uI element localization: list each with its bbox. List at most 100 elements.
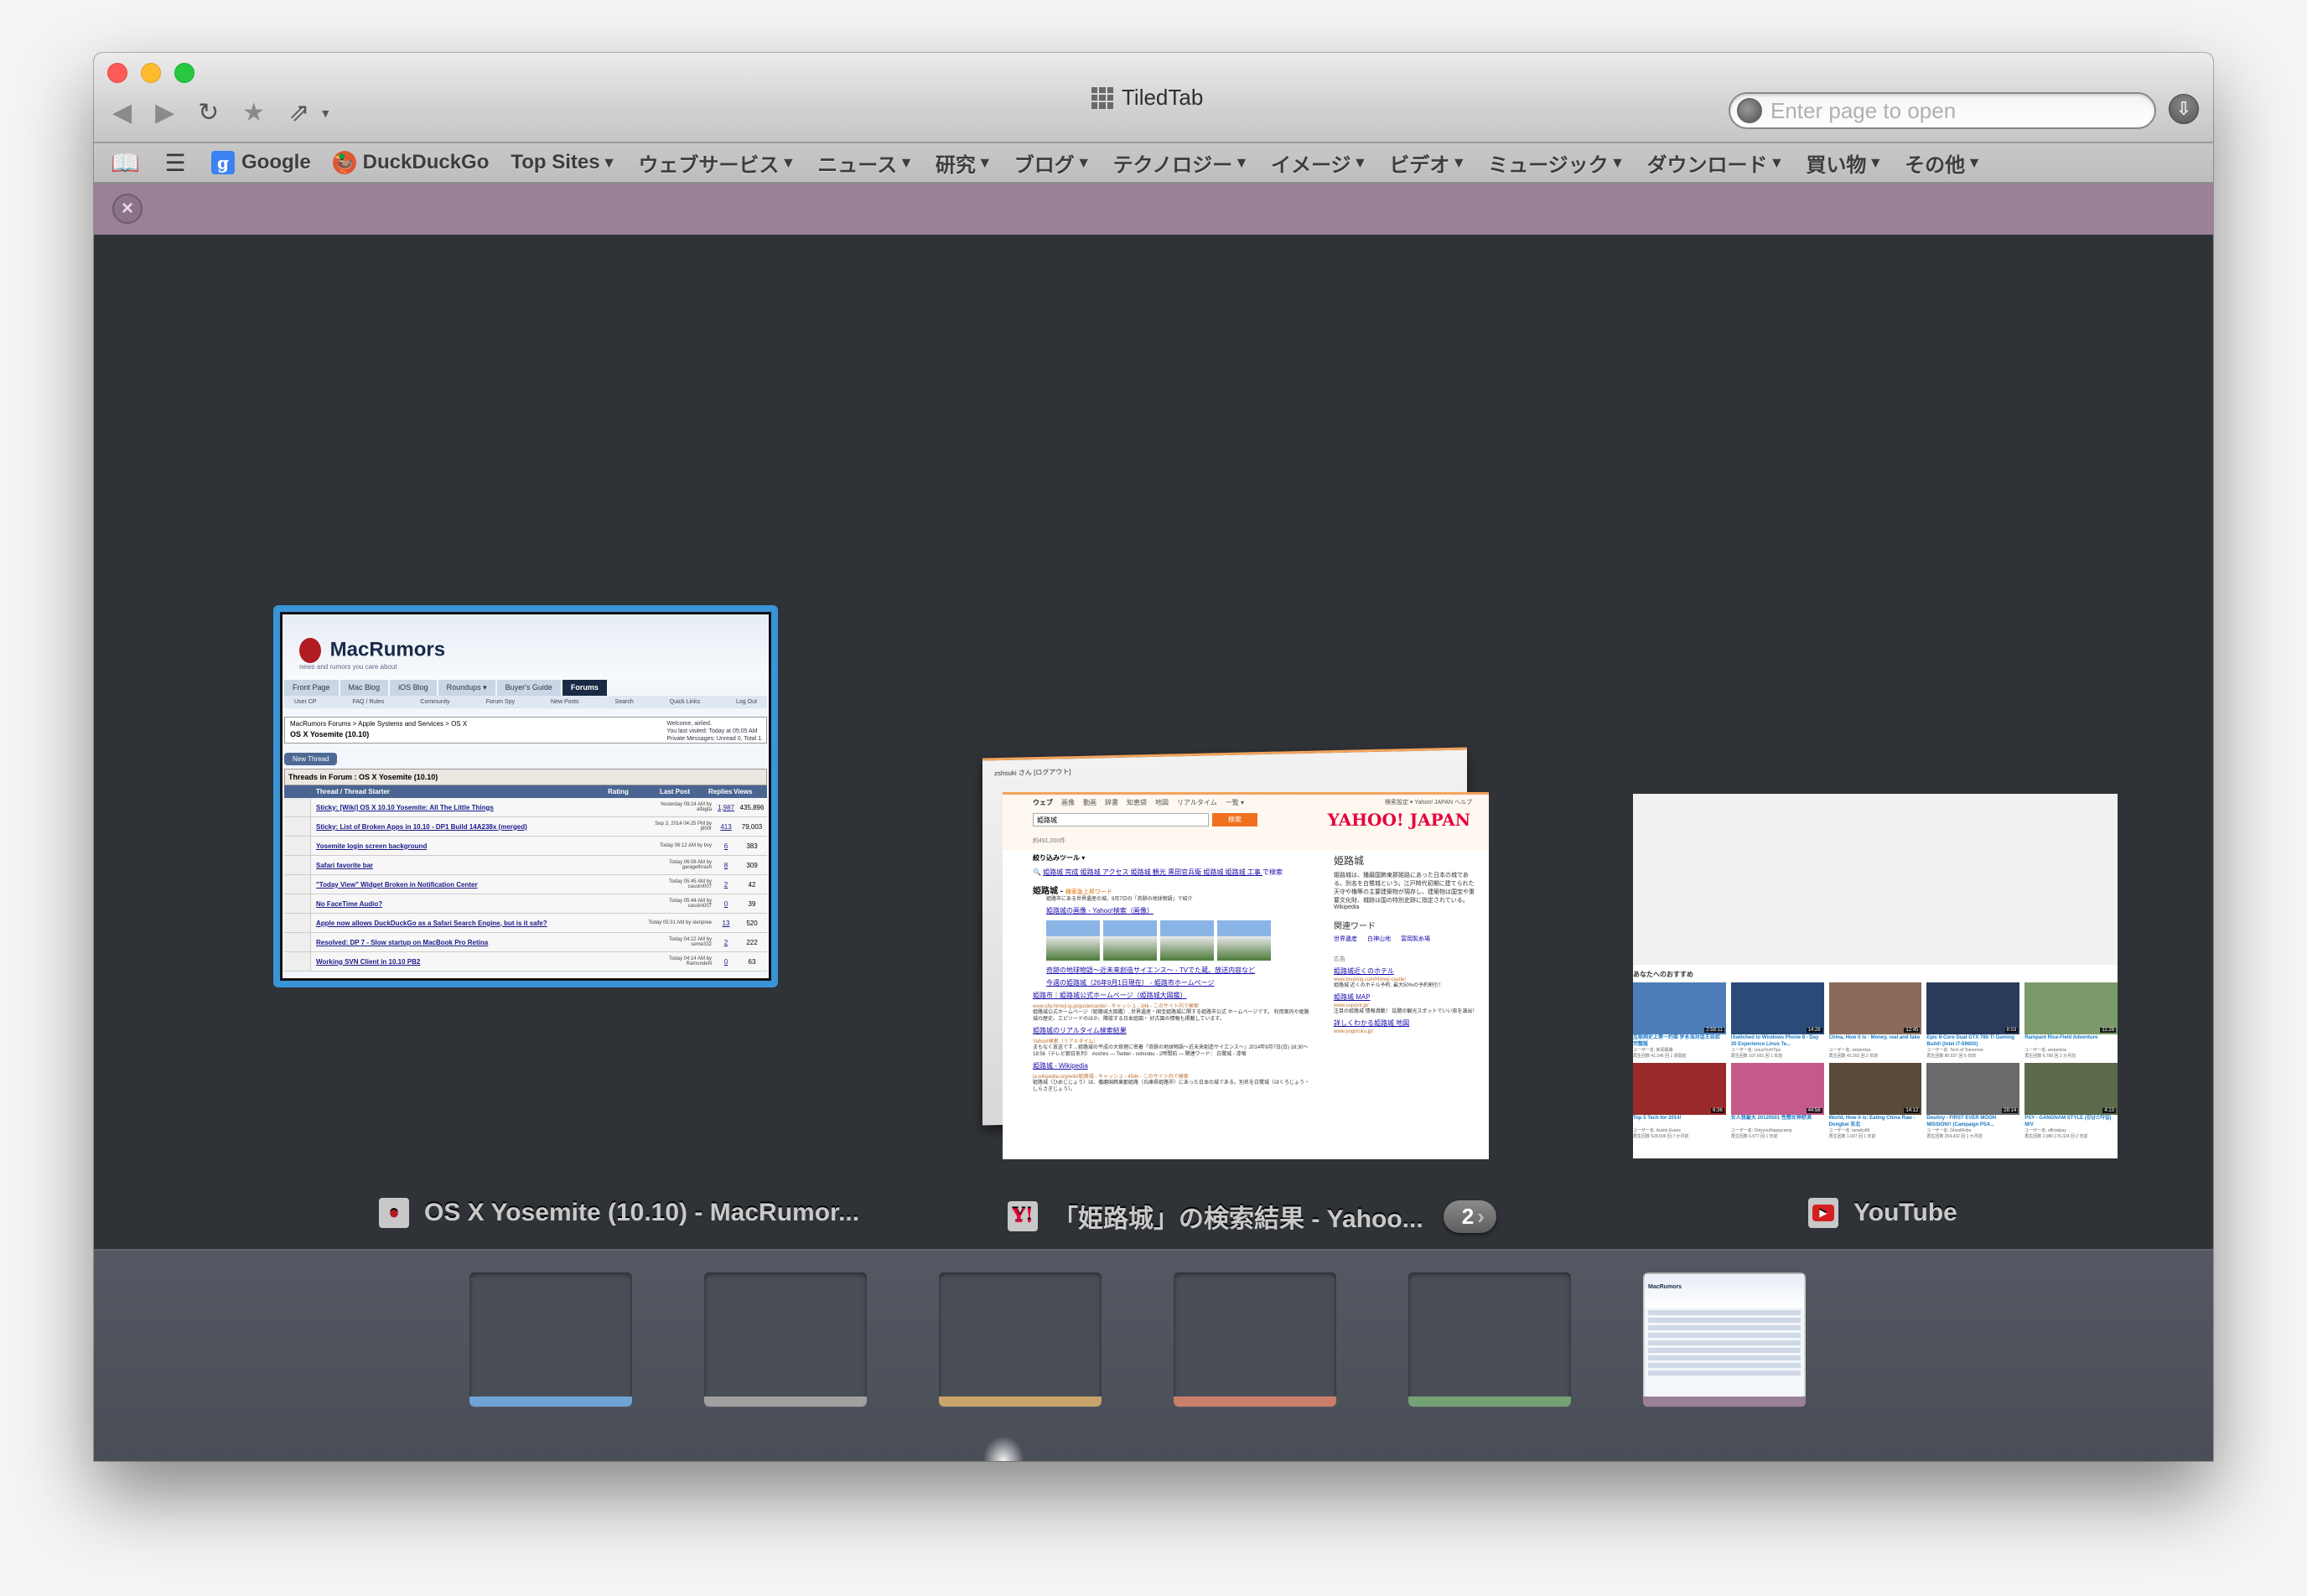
thread-title: Yosemite login screen background [316,842,428,850]
book-icon[interactable]: 📖 [111,149,140,177]
result-snippet: 姫路城（ひめじじょう）は、播磨国飾東郡姫路（兵庫県姫路市）にあった日本の城である… [1033,1080,1309,1092]
ad-url: www.yogoroku.jp/ [1334,1029,1374,1034]
thread-title: Sticky: List of Broken Apps in 10.10 - D… [316,822,527,831]
bookmark-ダウンロード[interactable]: ダウンロード ▼ [1647,148,1785,178]
bookmark-label: ダウンロード [1646,153,1768,177]
macrumors-apple-icon [299,638,321,663]
thread-views: 383 [746,842,758,850]
tab-tile-yahoo[interactable]: ウェブ 画像 動画 辞書 知恵袋 地図 リアルタイム 一覧 ▾ 検索設定 ▾ Yahoo! J… [1003,792,1489,1159]
group-color-strip [1408,1396,1571,1407]
window-title-text: TiledTab [1122,85,1204,110]
bookmark-ミュージック[interactable]: ミュージック ▼ [1488,148,1625,178]
bookmark-label: テクノロジー [1112,153,1233,177]
back-arrow-icon[interactable]: ◀ [112,96,132,130]
thread-views: 79,003 [741,822,763,831]
close-group-button[interactable]: × [112,194,143,224]
tab-label-youtube[interactable]: ▶ YouTube [1808,1198,1957,1228]
share-menu-caret-icon[interactable]: ▼ [319,106,331,120]
minimize-window-button[interactable] [141,63,161,83]
column-header: Thread / Thread Starter [316,788,391,795]
dropdown-arrow-icon: ▼ [1076,153,1091,171]
dropdown-arrow-icon: ▼ [1234,153,1249,171]
column-header: Replies [708,788,733,795]
bookmark-買い物[interactable]: 買い物 ▼ [1806,148,1883,178]
related-search-link: 姫路城 完成 [1043,868,1081,876]
close-window-button[interactable] [107,63,127,83]
tab-tile-macrumors[interactable]: MacRumors news and rumors you care about… [273,605,778,987]
tab-tile-youtube[interactable]: あなたへのおすすめ 2:59:11 互联网史上第一约架 罗永浩对话王自如 完整版ユ… [1633,794,2118,1158]
video-duration: 2:59:11 [1704,1028,1724,1033]
bookmark-label: ビデオ [1389,153,1450,177]
thread-status-icon [284,856,311,874]
tab-group-slot[interactable] [1174,1272,1336,1407]
tab-label-yahoo[interactable]: Y! 「姫路城」の検索結果 - Yahoo... 2 › [1008,1198,1496,1235]
video-title: iSwitched to Windows Phone 8 - Day 30 Ex… [1730,1035,1819,1047]
tab-group-slot[interactable] [939,1272,1102,1407]
yahoo-nav-item: 動画 [1083,799,1096,806]
thread-status-icon [284,875,311,894]
tab-group-slot[interactable] [704,1272,867,1407]
bookmark-top-sites[interactable]: Top Sites ▼ [511,151,616,174]
thread-row: "Today View" Widget Broken in Notificati… [284,875,767,894]
share-icon[interactable]: ⇗ [288,96,309,130]
bookmark-ニュース[interactable]: ニュース ▼ [817,148,914,178]
zoom-window-button[interactable] [174,63,194,83]
related-word: 富岡製糸場 [1401,936,1430,942]
yahoo-search-button: 検索 [1212,813,1257,826]
video-thumbnail: 4:13 [2024,1063,2118,1115]
ad-label: 広告 [1334,956,1345,962]
bookmark-ブログ[interactable]: ブログ ▼ [1014,148,1091,178]
bookmark-google[interactable]: g Google [211,151,311,174]
tab-group-slot[interactable] [469,1272,632,1407]
bookmark-ビデオ[interactable]: ビデオ ▼ [1389,148,1466,178]
video-title: Destiny - FIRST EVER MOON MISSION!! (Cam… [1926,1116,1997,1127]
tab-overview: MacRumors news and rumors you care about… [94,235,2213,1249]
tab-group-slot[interactable]: MacRumors [1643,1272,1806,1407]
forward-arrow-icon[interactable]: ▶ [155,96,174,130]
video-stats: 再生回数 2,080,176,324 回 2 年前 [2024,1134,2088,1139]
toolbar: ◀ ▶ ↻ ★ ⇗ ▼ TiledTab ⇩ [94,53,2213,143]
thread-row: Resolved: DP 7 - Slow startup on MacBook… [284,933,767,952]
reload-icon[interactable]: ↻ [198,96,219,130]
star-icon[interactable]: ★ [242,96,265,130]
video-thumbnail: 28:14 [1926,1063,2020,1115]
bookmark-イメージ[interactable]: イメージ ▼ [1271,148,1367,178]
window-title: TiledTab [1091,85,1203,111]
tab-label-macrumors[interactable]: ● OS X Yosemite (10.10) - MacRumor... [379,1198,859,1228]
thread-status-icon [284,894,311,913]
thread-last-post: Today 05:44 AM by cassini007 [668,899,712,909]
ad-text: 注目の姫路城 情報満載！ 話題の観光スポットでいい旅を演出！ [1334,1009,1478,1014]
macrumors-subnav-item: Log Out [736,699,757,705]
bookmark-テクノロジー[interactable]: テクノロジー ▼ [1113,148,1249,178]
yahoo-nav-item: 一覧 ▾ [1225,799,1245,806]
bookmark-label: 買い物 [1806,153,1867,177]
bookmark-ウェブサービス[interactable]: ウェブサービス ▼ [638,148,796,178]
dropdown-arrow-icon: ▼ [1352,153,1368,171]
video-duration: 8:53 [2004,1028,2019,1033]
video-title: 女人我最大 20120501 性感女神舒淇 [1730,1116,1812,1121]
url-input[interactable] [1770,97,2123,124]
preview-row [1648,1310,1801,1315]
result-url: Yahoo!検索（リアルタイム） [1033,1039,1099,1044]
bookmark-duckduckgo[interactable]: 🦆 DuckDuckGo [332,151,489,174]
bookmark-研究[interactable]: 研究 ▼ [936,148,993,178]
tab-group-slot[interactable] [1408,1272,1571,1407]
tab-group-bar: × [94,184,2213,235]
related-words: 世界遺産 白神山地 富岡製糸場 [1334,935,1476,943]
video-stats: 再生回数 6,798 回 2 か月前 [2024,1054,2076,1059]
video-channel: ユーザー名: 新闻联播 [1633,1048,1673,1053]
video-duration: 28:14 [2002,1108,2019,1113]
globe-icon [1737,98,1762,123]
bookmark-その他[interactable]: その他 ▼ [1905,148,1982,178]
bookmark-label: 研究 [935,153,976,177]
yahoo-logo: YAHOO! JAPAN [1327,810,1470,830]
stack-count-badge[interactable]: 2 › [1443,1200,1496,1233]
url-field[interactable] [1729,92,2156,129]
video-duration: 14:28 [1806,1028,1822,1033]
group-color-strip [939,1396,1102,1407]
thread-last-post: Today 05:31 AM by slenpree [648,920,712,925]
sidebar-list-icon[interactable]: ☰ [161,149,189,177]
thread-views: 63 [748,957,756,966]
thread-last-post: Today 05:45 AM by cassini007 [668,879,712,889]
download-arrow-icon[interactable]: ⇩ [2169,94,2199,124]
